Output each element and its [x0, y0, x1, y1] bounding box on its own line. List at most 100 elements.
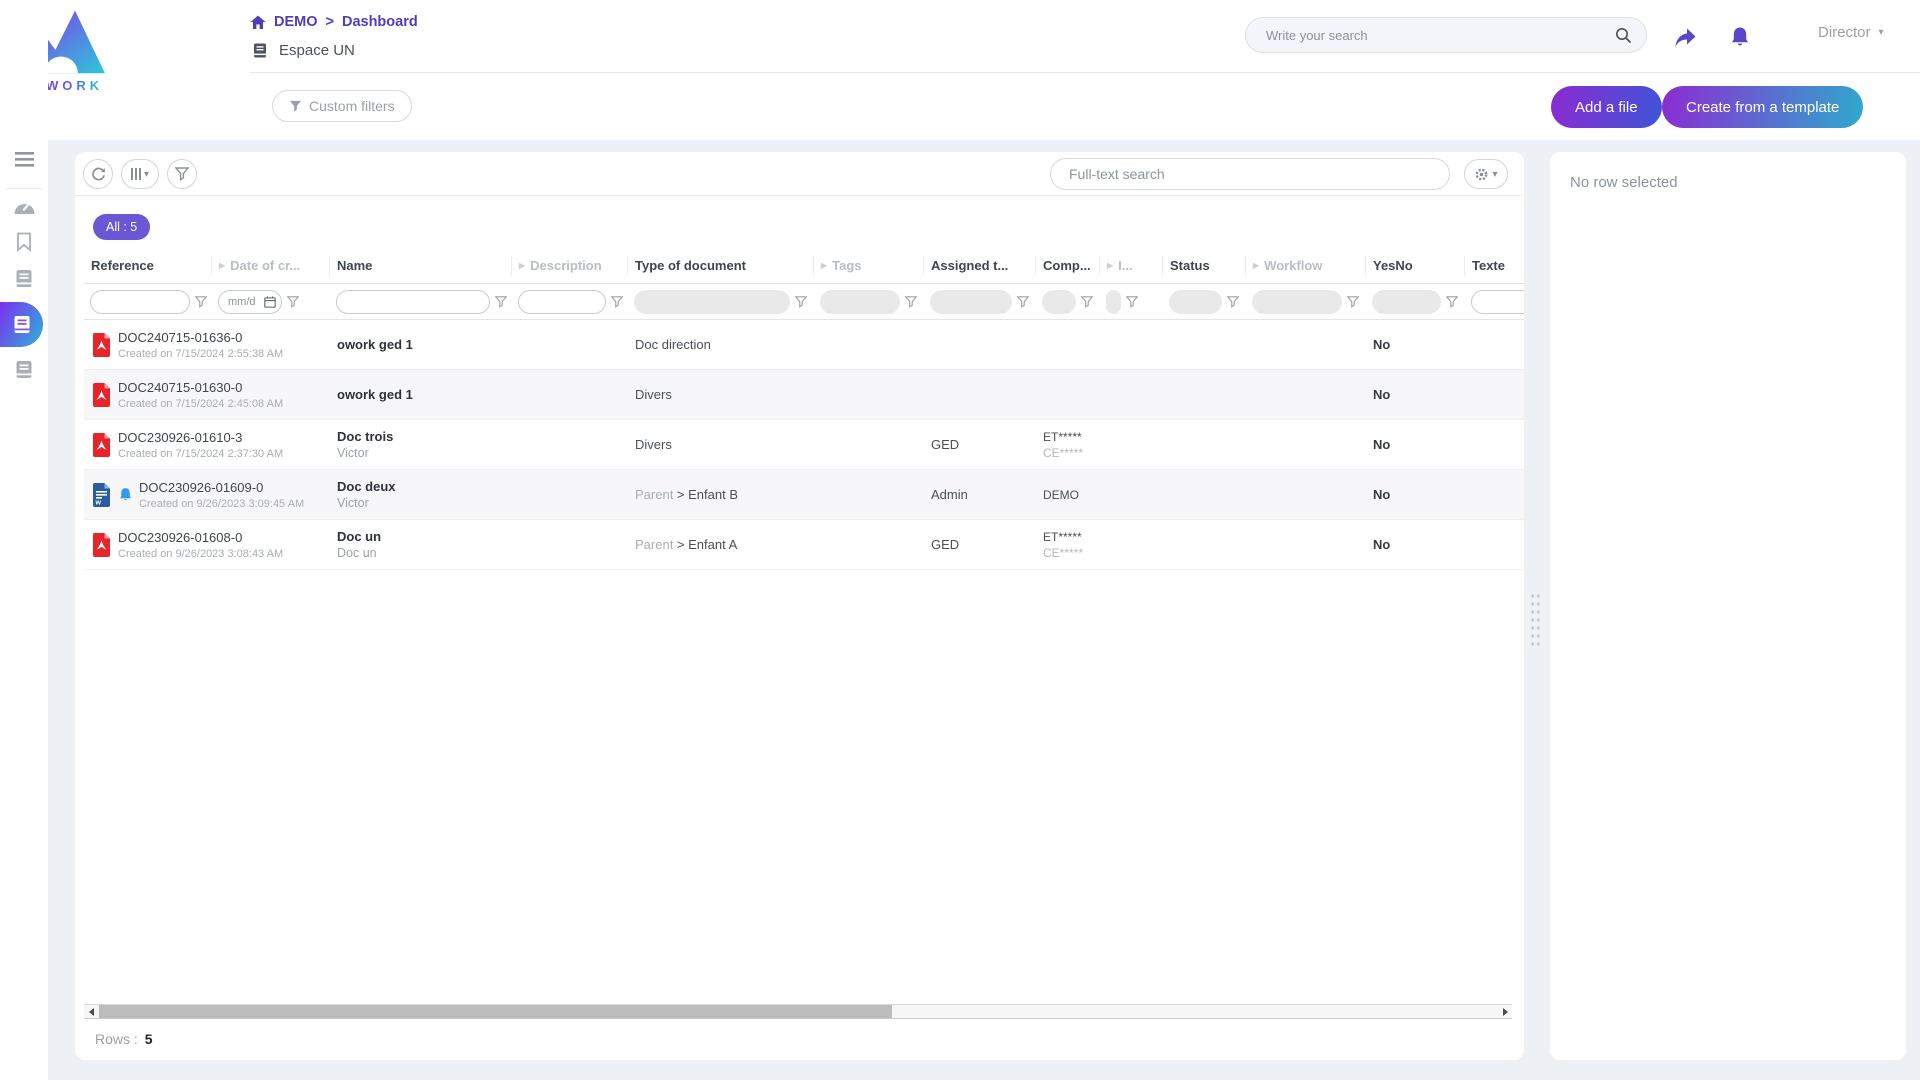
custom-filters-button[interactable]: Custom filters — [272, 90, 412, 122]
scroll-right-button[interactable] — [1498, 1005, 1512, 1018]
sidebar-item-library[interactable] — [0, 269, 48, 288]
expand-column-icon[interactable]: ▶ — [1107, 261, 1113, 270]
fulltext-search-input[interactable] — [1050, 158, 1450, 190]
column-label: Texte — [1472, 258, 1505, 273]
home-icon[interactable] — [250, 15, 266, 30]
column-header-date-of-cr[interactable]: ▶ Date of cr... — [212, 256, 330, 276]
filter-yesno-select[interactable] — [1372, 290, 1441, 314]
filter-description-funnel-button[interactable] — [611, 296, 623, 308]
filter-badge-all[interactable]: All : 5 — [93, 214, 150, 240]
breadcrumb-separator: > — [326, 14, 334, 30]
filter-cell-date-of-cr — [212, 290, 330, 314]
column-header-texte[interactable]: Texte — [1465, 256, 1524, 276]
funnel-icon[interactable] — [1017, 296, 1029, 308]
filter-tags-funnel-button[interactable] — [905, 296, 917, 308]
column-header-i[interactable]: ▶I... — [1100, 256, 1163, 276]
cell-name: owork ged 1 — [330, 387, 512, 402]
create-from-template-button[interactable]: Create from a template — [1662, 86, 1863, 128]
funnel-icon[interactable] — [1347, 296, 1359, 308]
funnel-icon[interactable] — [611, 296, 623, 308]
share-button[interactable] — [1670, 22, 1700, 52]
column-header-description[interactable]: ▶Description — [512, 256, 628, 276]
filter-tags-select[interactable] — [820, 290, 900, 314]
column-header-assigned-t[interactable]: Assigned t... — [924, 256, 1036, 276]
column-header-type-of-document[interactable]: Type of document — [628, 256, 814, 276]
filter-type-of-document-funnel-button[interactable] — [795, 296, 807, 308]
column-header-workflow[interactable]: ▶Workflow — [1246, 256, 1366, 276]
filter-workflow-funnel-button[interactable] — [1347, 296, 1359, 308]
funnel-icon[interactable] — [1081, 296, 1093, 308]
horizontal-scrollbar[interactable] — [84, 1004, 1512, 1019]
column-label: Date of cr... — [230, 258, 300, 273]
funnel-icon[interactable] — [287, 296, 299, 308]
filter-type-of-document-select[interactable] — [634, 290, 790, 314]
sidebar-item-dashboard[interactable] — [0, 197, 48, 216]
document-row-DOC240715-01636-0[interactable]: DOC240715-01636-0 Created on 7/15/2024 2… — [84, 320, 1524, 370]
expand-column-icon[interactable]: ▶ — [519, 261, 525, 270]
document-row-DOC230926-01608-0[interactable]: DOC230926-01608-0 Created on 9/26/2023 3… — [84, 520, 1524, 570]
column-label: Reference — [91, 258, 154, 273]
filter-date-of-cr-input[interactable] — [218, 290, 282, 314]
global-search-input[interactable] — [1266, 28, 1615, 43]
notifications-button[interactable] — [1725, 22, 1755, 52]
sidebar-item-documents-active[interactable] — [0, 302, 43, 347]
sidebar-menu-toggle[interactable] — [0, 152, 48, 167]
rows-count: 5 — [145, 1031, 153, 1047]
search-icon[interactable] — [1615, 27, 1632, 44]
grid-settings-button[interactable]: ▾ — [1464, 159, 1508, 189]
column-header-comp[interactable]: Comp... — [1036, 256, 1100, 276]
sidebar-item-archive[interactable] — [0, 360, 48, 379]
funnel-icon[interactable] — [1446, 296, 1458, 308]
funnel-icon[interactable] — [1227, 296, 1239, 308]
funnel-icon[interactable] — [495, 296, 507, 308]
expand-column-icon[interactable]: ▶ — [1253, 261, 1259, 270]
filter-status-funnel-button[interactable] — [1227, 296, 1239, 308]
company-line1: ET***** — [1043, 530, 1100, 544]
user-role-menu[interactable]: Director ▾ — [1818, 24, 1884, 41]
panel-resize-handle[interactable] — [1530, 592, 1541, 650]
column-header-status[interactable]: Status — [1163, 256, 1246, 276]
expand-column-icon[interactable]: ▶ — [821, 261, 827, 270]
filter-status-select[interactable] — [1169, 290, 1222, 314]
filter-i-select[interactable] — [1106, 290, 1121, 314]
filter-comp-funnel-button[interactable] — [1081, 296, 1093, 308]
sidebar-item-bookmarks[interactable] — [0, 232, 48, 252]
columns-button[interactable]: ▾ — [121, 159, 159, 189]
column-header-tags[interactable]: ▶Tags — [814, 256, 924, 276]
filter-workflow-select[interactable] — [1252, 290, 1342, 314]
filter-texte-input[interactable] — [1471, 290, 1524, 314]
expand-column-icon[interactable]: ▶ — [219, 261, 225, 270]
breadcrumb-root[interactable]: DEMO — [274, 14, 318, 30]
document-row-DOC230926-01610-3[interactable]: DOC230926-01610-3 Created on 7/15/2024 2… — [84, 420, 1524, 470]
column-header-name[interactable]: Name — [330, 256, 512, 276]
filter-cell-texte — [1465, 290, 1524, 314]
column-header-yesno[interactable]: YesNo — [1366, 256, 1465, 276]
grid-filter-button[interactable] — [167, 159, 197, 189]
filter-reference-funnel-button[interactable] — [195, 296, 207, 308]
filter-name-input[interactable] — [336, 290, 490, 314]
column-header-reference[interactable]: Reference — [84, 256, 212, 276]
refresh-button[interactable] — [83, 159, 113, 189]
funnel-icon[interactable] — [795, 296, 807, 308]
breadcrumb-current[interactable]: Dashboard — [342, 14, 418, 30]
filter-assigned-t-select[interactable] — [930, 290, 1012, 314]
filter-comp-select[interactable] — [1042, 290, 1076, 314]
funnel-icon[interactable] — [1126, 296, 1138, 308]
top-header: O'WORK DEMO > Dashboard Espace UN — [0, 0, 1920, 140]
add-file-button[interactable]: Add a file — [1551, 86, 1662, 128]
funnel-icon[interactable] — [905, 296, 917, 308]
funnel-icon[interactable] — [195, 296, 207, 308]
filter-date-of-cr-funnel-button[interactable] — [287, 296, 299, 308]
filter-yesno-funnel-button[interactable] — [1446, 296, 1458, 308]
filter-description-input[interactable] — [518, 290, 606, 314]
document-row-DOC230926-01609-0[interactable]: w DOC230926-01609-0 Created on 9/26/2023… — [84, 470, 1524, 520]
notebook-icon-active — [13, 315, 31, 334]
filter-name-funnel-button[interactable] — [495, 296, 507, 308]
documents-grid-panel: ▾ ▾ All : 5 Reference▶Date of cr...Name▶… — [75, 152, 1524, 1060]
scrollbar-thumb[interactable] — [99, 1005, 892, 1018]
filter-assigned-t-funnel-button[interactable] — [1017, 296, 1029, 308]
scroll-left-button[interactable] — [84, 1005, 98, 1018]
filter-i-funnel-button[interactable] — [1126, 296, 1138, 308]
filter-reference-input[interactable] — [90, 290, 190, 314]
document-row-DOC240715-01630-0[interactable]: DOC240715-01630-0 Created on 7/15/2024 2… — [84, 370, 1524, 420]
